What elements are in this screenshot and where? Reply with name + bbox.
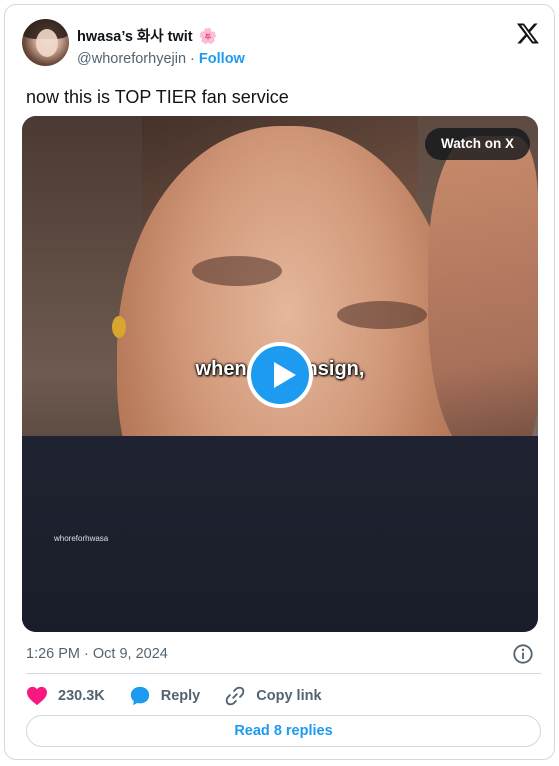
x-logo-icon[interactable] [516, 21, 540, 45]
copy-link-label: Copy link [256, 688, 322, 704]
video-watermark: whoreforhwasa [54, 534, 109, 543]
author-handle[interactable]: @whoreforhyejin [77, 51, 186, 67]
video-frame-earring [112, 316, 126, 338]
read-replies-button[interactable]: Read 8 replies [26, 715, 541, 747]
like-button[interactable]: 230.3K [26, 686, 105, 706]
reply-button[interactable]: Reply [129, 685, 201, 707]
video-frame-hand [428, 136, 538, 456]
play-button[interactable] [247, 342, 313, 408]
tweet-timestamp[interactable]: 1:26 PM · Oct 9, 2024 [26, 646, 168, 662]
reply-bubble-icon [130, 686, 149, 706]
handle-separator: · [186, 51, 199, 67]
like-count: 230.3K [58, 688, 105, 704]
display-name-text[interactable]: hwasa’s 화사 twit [77, 29, 193, 45]
action-bar: 230.3K Reply Copy link [26, 683, 346, 709]
info-icon[interactable] [512, 643, 534, 665]
video-frame-eye-left [192, 256, 282, 286]
divider [26, 673, 541, 674]
heart-icon [27, 686, 47, 706]
tweet-text: now this is TOP TIER fan service [26, 87, 289, 107]
link-icon [226, 686, 245, 706]
author-display-name[interactable]: hwasa’s 화사 twit 🌸 [77, 25, 217, 46]
watch-on-x-button[interactable]: Watch on X [425, 128, 530, 160]
follow-button[interactable]: Follow [199, 51, 245, 67]
video-player[interactable]: Watch on X when the fansign, whoreforhwa… [22, 116, 538, 632]
tweet-embed-card: hwasa’s 화사 twit 🌸 @whoreforhyejin · Foll… [4, 4, 555, 760]
copy-link-button[interactable]: Copy link [224, 685, 322, 707]
avatar[interactable] [22, 19, 69, 66]
play-icon [274, 362, 296, 388]
author-handle-row: @whoreforhyejin · Follow [77, 51, 245, 67]
reply-label: Reply [160, 688, 201, 704]
flower-emoji-icon: 🌸 [198, 28, 218, 45]
video-frame-eye-right [337, 301, 427, 329]
